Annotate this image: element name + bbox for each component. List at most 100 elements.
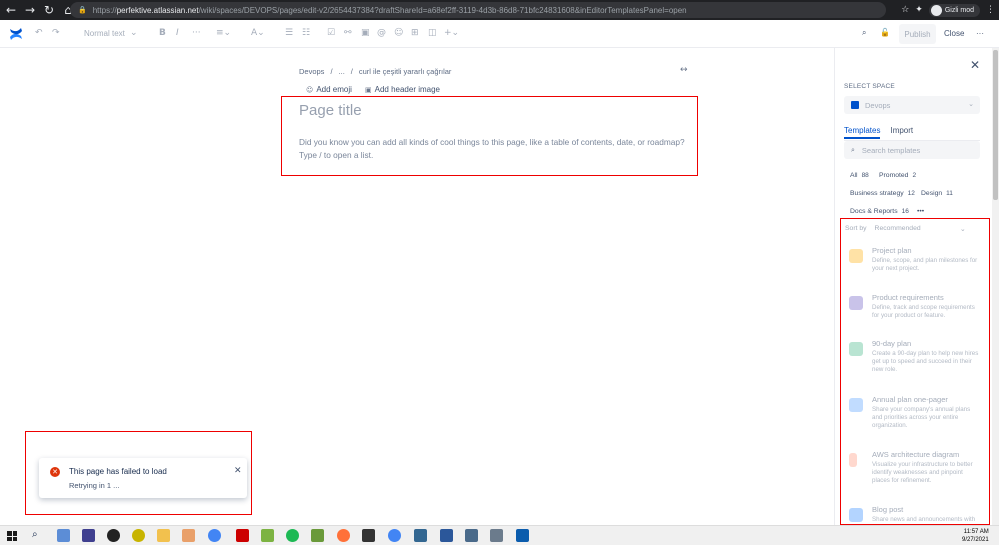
editor-hint-text[interactable]: Did you know you can add all kinds of co…: [299, 136, 694, 162]
postgres-icon[interactable]: [414, 529, 427, 542]
search-templates-input[interactable]: ⌕ Search templates: [844, 141, 980, 159]
insert-plus-icon[interactable]: +⌄: [444, 28, 459, 38]
powershell-icon[interactable]: [516, 529, 529, 542]
scrollbar-thumb[interactable]: [993, 50, 998, 200]
mention-icon[interactable]: @: [377, 28, 386, 38]
more-options-icon[interactable]: ···: [976, 29, 984, 38]
app-icon[interactable]: [107, 529, 120, 542]
category-design[interactable]: Design 11: [921, 187, 953, 200]
breadcrumb-parent-page[interactable]: curl ile çeşitli yararlı çağrılar: [359, 67, 452, 76]
app-icon[interactable]: [465, 529, 478, 542]
add-emoji-button[interactable]: ☺ Add emoji: [306, 83, 352, 96]
word-icon[interactable]: [440, 529, 453, 542]
italic-icon[interactable]: I: [176, 28, 179, 38]
tab-import[interactable]: Import: [890, 126, 913, 139]
app-icon[interactable]: [362, 529, 375, 542]
template-item[interactable]: Project plan Define, scope, and plan mil…: [848, 246, 983, 288]
category-docs-reports[interactable]: Docs & Reports 16: [850, 205, 909, 218]
chrome-icon[interactable]: [388, 529, 401, 542]
search-icon[interactable]: ⌕: [862, 28, 866, 38]
browser-menu-icon[interactable]: ⋮: [986, 5, 995, 15]
numbered-list-icon[interactable]: ☷: [302, 28, 310, 38]
table-icon[interactable]: ⊞: [411, 28, 419, 38]
bold-icon[interactable]: B: [159, 28, 166, 38]
chrome-icon[interactable]: [208, 529, 221, 542]
app-icon[interactable]: [132, 529, 145, 542]
emoji-icon[interactable]: ☺: [394, 28, 403, 38]
app-icon[interactable]: [57, 529, 70, 542]
template-item[interactable]: Product requirements Define, track and s…: [848, 293, 983, 335]
extensions-icon[interactable]: ✦: [915, 5, 923, 15]
category-business-strategy[interactable]: Business strategy 12: [850, 187, 915, 200]
toast-close-icon[interactable]: ✕: [234, 466, 242, 476]
image-icon[interactable]: ▣: [361, 28, 370, 38]
toast-subtitle: Retrying in 1 ...: [69, 481, 120, 490]
add-header-image-button[interactable]: ▣ Add header image: [365, 83, 440, 96]
app-icon[interactable]: [490, 529, 503, 542]
title-highlight-box: Page title Did you know you can add all …: [281, 96, 698, 176]
system-clock[interactable]: 11:57 AM 9/27/2021: [962, 528, 989, 544]
template-desc: Define, scope, and plan milestones for y…: [872, 257, 978, 272]
ide-icon[interactable]: [82, 529, 95, 542]
app-icon[interactable]: [236, 529, 249, 542]
breadcrumb-ellipsis[interactable]: ...: [339, 67, 345, 76]
panel-close-icon[interactable]: ✕: [970, 58, 980, 72]
breadcrumb-space[interactable]: Devops: [299, 67, 324, 76]
template-item[interactable]: AWS architecture diagram Visualize your …: [848, 450, 983, 492]
template-name: Blog post: [872, 505, 904, 514]
template-desc: Define, track and scope requirements for…: [872, 304, 975, 319]
restrictions-lock-icon[interactable]: 🔓: [880, 28, 890, 37]
link-icon[interactable]: ⚯: [344, 28, 352, 38]
layouts-icon[interactable]: ◫: [428, 28, 437, 38]
forward-icon[interactable]: →: [22, 2, 38, 18]
action-item-icon[interactable]: ☑: [327, 28, 335, 38]
panel-scrollbar[interactable]: [992, 48, 999, 525]
publish-button[interactable]: Publish: [899, 24, 936, 44]
url-prefix: https://: [92, 5, 117, 15]
search-placeholder: Search templates: [861, 145, 921, 155]
reload-icon[interactable]: ↻: [41, 2, 57, 18]
undo-icon[interactable]: ↶: [35, 28, 43, 38]
tab-templates[interactable]: Templates: [844, 126, 881, 139]
product-requirements-icon: [849, 296, 863, 310]
select-space-label: SELECT SPACE: [844, 83, 895, 90]
category-count: 12: [907, 190, 915, 197]
search-icon[interactable]: ⌕: [32, 529, 38, 540]
redo-icon[interactable]: ↷: [52, 28, 60, 38]
close-button[interactable]: Close: [944, 29, 964, 38]
space-select[interactable]: Devops ⌄: [844, 96, 980, 114]
address-bar[interactable]: 🔒 https://perfektive.atlassian.net/wiki/…: [70, 2, 886, 18]
spotify-icon[interactable]: [286, 529, 299, 542]
page-title-input[interactable]: Page title: [299, 102, 362, 119]
full-width-toggle-icon[interactable]: ↔: [680, 65, 688, 75]
template-item[interactable]: Blog post Share news and announcements w…: [848, 505, 983, 524]
browser-toolbar: ← → ↻ ⌂ 🔒 https://perfektive.atlassian.n…: [0, 0, 999, 20]
template-item[interactable]: Annual plan one-pager Share your company…: [848, 395, 983, 437]
confluence-logo-icon[interactable]: [9, 27, 23, 41]
back-icon[interactable]: ←: [3, 2, 19, 18]
app-icon[interactable]: [311, 529, 324, 542]
more-icon: •••: [917, 208, 925, 215]
file-explorer-icon[interactable]: [157, 529, 170, 542]
app-icon[interactable]: [261, 529, 274, 542]
annual-plan-icon: [849, 398, 863, 412]
firefox-icon[interactable]: [337, 529, 350, 542]
category-all[interactable]: All 88: [850, 169, 869, 182]
sort-dropdown[interactable]: Sort by Recommended ⌄: [845, 225, 966, 233]
incognito-profile[interactable]: Gizli mod: [928, 3, 980, 17]
more-formatting-icon[interactable]: ···: [192, 28, 201, 38]
app-icon[interactable]: [182, 529, 195, 542]
chevron-down-icon[interactable]: ⌄: [130, 28, 138, 38]
error-icon: ✕: [50, 467, 60, 477]
start-icon[interactable]: [7, 531, 17, 541]
bullet-list-icon[interactable]: ☰: [285, 28, 293, 38]
align-icon[interactable]: ≡⌄: [216, 28, 231, 38]
template-desc: Visualize your infrastructure to better …: [872, 461, 973, 484]
more-categories-button[interactable]: •••: [917, 205, 924, 218]
bookmark-star-icon[interactable]: ☆: [901, 5, 909, 15]
template-item[interactable]: 90-day plan Create a 90-day plan to help…: [848, 339, 983, 381]
text-color-icon[interactable]: A⌄: [251, 28, 265, 38]
text-style-dropdown[interactable]: Normal text: [84, 29, 125, 38]
category-promoted[interactable]: Promoted 2: [879, 169, 916, 182]
windows-taskbar: ⌕ 11:57 AM 9/27/2021: [0, 525, 999, 545]
